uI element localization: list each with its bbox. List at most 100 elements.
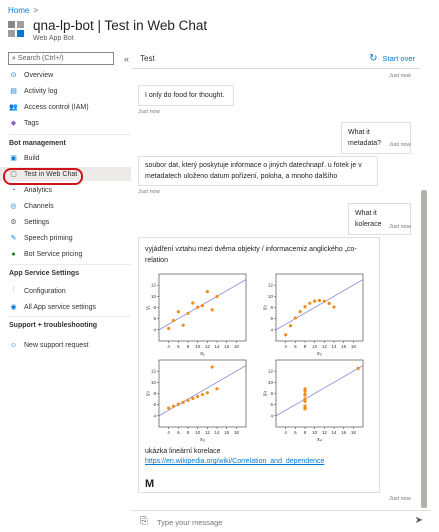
y-tick-label: 4 bbox=[270, 327, 273, 332]
data-point bbox=[284, 333, 288, 337]
speech-icon: ✎ bbox=[10, 235, 17, 242]
data-point bbox=[191, 396, 195, 401]
x-tick-label: 14 bbox=[331, 344, 337, 349]
y-tick-label: 6 bbox=[270, 402, 273, 407]
search-input[interactable]: ⌕ Search (Ctrl+/) bbox=[8, 52, 114, 65]
overview-icon: ⊙ bbox=[10, 72, 17, 79]
start-over-button[interactable]: ↻ Start over bbox=[369, 53, 415, 64]
timestamp: Just now bbox=[389, 142, 411, 148]
plot-frame bbox=[158, 273, 247, 342]
x-tick-label: 16 bbox=[224, 430, 230, 435]
card-signature: M bbox=[145, 478, 155, 490]
data-point bbox=[317, 298, 322, 303]
message-input[interactable] bbox=[157, 515, 397, 529]
y-tick-label: 6 bbox=[153, 316, 156, 321]
user-message: What it kolerace bbox=[348, 203, 411, 235]
y-tick-label: 12 bbox=[268, 283, 274, 288]
search-icon: ⌕ bbox=[12, 54, 16, 62]
x-tick-label: 18 bbox=[234, 430, 240, 435]
timestamp: Just now bbox=[389, 224, 411, 230]
data-point bbox=[167, 326, 171, 330]
y-tick-label: 8 bbox=[270, 305, 273, 310]
build-icon: ▣ bbox=[10, 155, 17, 162]
data-point bbox=[167, 406, 171, 410]
data-point bbox=[200, 304, 205, 308]
people-icon: 👥 bbox=[9, 104, 18, 111]
breadcrumb: Home > bbox=[8, 6, 38, 15]
section-heading: App Service Settings bbox=[9, 270, 80, 277]
y-tick-label: 12 bbox=[151, 283, 157, 288]
collapse-sidebar-button[interactable]: « bbox=[124, 54, 129, 64]
search-placeholder: Search (Ctrl+/) bbox=[17, 55, 64, 62]
data-point bbox=[186, 398, 190, 402]
plot-svg: 4 6 8 10 12 14 16 184681012x₃y₃ bbox=[145, 359, 247, 443]
data-point bbox=[303, 392, 307, 396]
plot-frame bbox=[275, 273, 364, 342]
data-point bbox=[176, 310, 180, 314]
data-point bbox=[171, 318, 176, 323]
plot-frame bbox=[275, 359, 364, 428]
sidebar-item-label: Overview bbox=[24, 71, 54, 79]
sidebar-item-label: Activity log bbox=[24, 87, 58, 95]
data-point bbox=[186, 311, 190, 315]
x-tick-label: 4 bbox=[284, 344, 287, 349]
x-tick-label: 10 bbox=[312, 344, 318, 349]
plot-svg: 4 6 8 10 12 14 16 184681012x₁y₁ bbox=[145, 273, 247, 357]
y-tick-label: 6 bbox=[153, 402, 156, 407]
y-tick-label: 4 bbox=[153, 413, 156, 418]
data-point bbox=[205, 290, 209, 294]
breadcrumb-home-link[interactable]: Home bbox=[8, 6, 29, 15]
x-tick-label: 14 bbox=[214, 344, 220, 349]
x-tick-label: 18 bbox=[234, 344, 240, 349]
data-point bbox=[356, 366, 360, 370]
scrollbar-thumb[interactable] bbox=[421, 190, 427, 508]
x-tick-label: 14 bbox=[331, 430, 337, 435]
data-point bbox=[215, 387, 219, 391]
data-point bbox=[181, 323, 185, 327]
channels-icon: ◎ bbox=[10, 203, 17, 210]
start-over-label: Start over bbox=[382, 54, 415, 63]
sidebar-item-label: Speech priming bbox=[24, 234, 73, 242]
x-tick-label: 12 bbox=[205, 344, 211, 349]
sidebar-item-label: Channels bbox=[24, 202, 54, 210]
sidebar-item-label: Configuration bbox=[24, 287, 66, 295]
scatter-plot-2: 4 6 8 10 12 14 16 18 4 6 8 10 12 x₂ y₂ bbox=[262, 270, 367, 357]
attachment-icon[interactable]: ⎘ bbox=[140, 516, 148, 527]
wikipedia-link[interactable]: https://en.wikipedia.org/wiki/Correlatio… bbox=[145, 458, 324, 465]
y-tick-label: 10 bbox=[268, 294, 274, 299]
x-tick-label: 12 bbox=[322, 344, 328, 349]
section-heading: Bot management bbox=[9, 140, 66, 147]
scatter-plot-3: 4 6 8 10 12 14 16 18 4 6 8 10 12 x₃ y₃ bbox=[145, 356, 250, 443]
y-axis-label: y₁ bbox=[145, 305, 151, 310]
data-point bbox=[210, 365, 214, 369]
x-tick-label: 18 bbox=[351, 344, 357, 349]
refresh-icon: ↻ bbox=[369, 53, 378, 64]
y-tick-label: 4 bbox=[270, 413, 273, 418]
x-tick-label: 6 bbox=[177, 430, 180, 435]
send-icon[interactable]: ➤ bbox=[415, 515, 423, 526]
x-tick-label: 14 bbox=[214, 430, 220, 435]
user-message: What it metadata? bbox=[341, 122, 411, 154]
x-tick-label: 4 bbox=[284, 430, 287, 435]
timestamp: Just now bbox=[389, 496, 411, 502]
scatter-plot-4: 4 6 8 10 12 14 16 18 4 6 8 10 12 x₄ y₄ bbox=[262, 356, 367, 443]
bot-service-icon bbox=[8, 21, 26, 39]
configuration-icon: ⫶ bbox=[12, 287, 15, 294]
x-tick-label: 18 bbox=[351, 430, 357, 435]
data-point bbox=[303, 305, 307, 309]
x-tick-label: 6 bbox=[294, 344, 297, 349]
gear-icon: ⚙ bbox=[10, 219, 17, 226]
data-point bbox=[327, 301, 331, 305]
timestamp: Just now bbox=[138, 189, 160, 195]
chat-scrollbar[interactable] bbox=[421, 70, 429, 510]
x-axis-label: x₄ bbox=[317, 437, 323, 443]
y-tick-label: 4 bbox=[153, 327, 156, 332]
x-tick-label: 6 bbox=[177, 344, 180, 349]
y-axis-label: y₂ bbox=[262, 305, 268, 310]
data-point bbox=[215, 294, 219, 299]
x-tick-label: 6 bbox=[294, 430, 297, 435]
timestamp: Just now bbox=[138, 109, 160, 115]
bot-message-card: vyjádření vztahu mezi dvěma objekty / in… bbox=[138, 237, 380, 493]
scatter-plot-1: 4 6 8 10 12 14 16 18 4 6 8 10 12 x₁ y₁ bbox=[145, 270, 250, 357]
x-tick-label: 16 bbox=[224, 344, 230, 349]
